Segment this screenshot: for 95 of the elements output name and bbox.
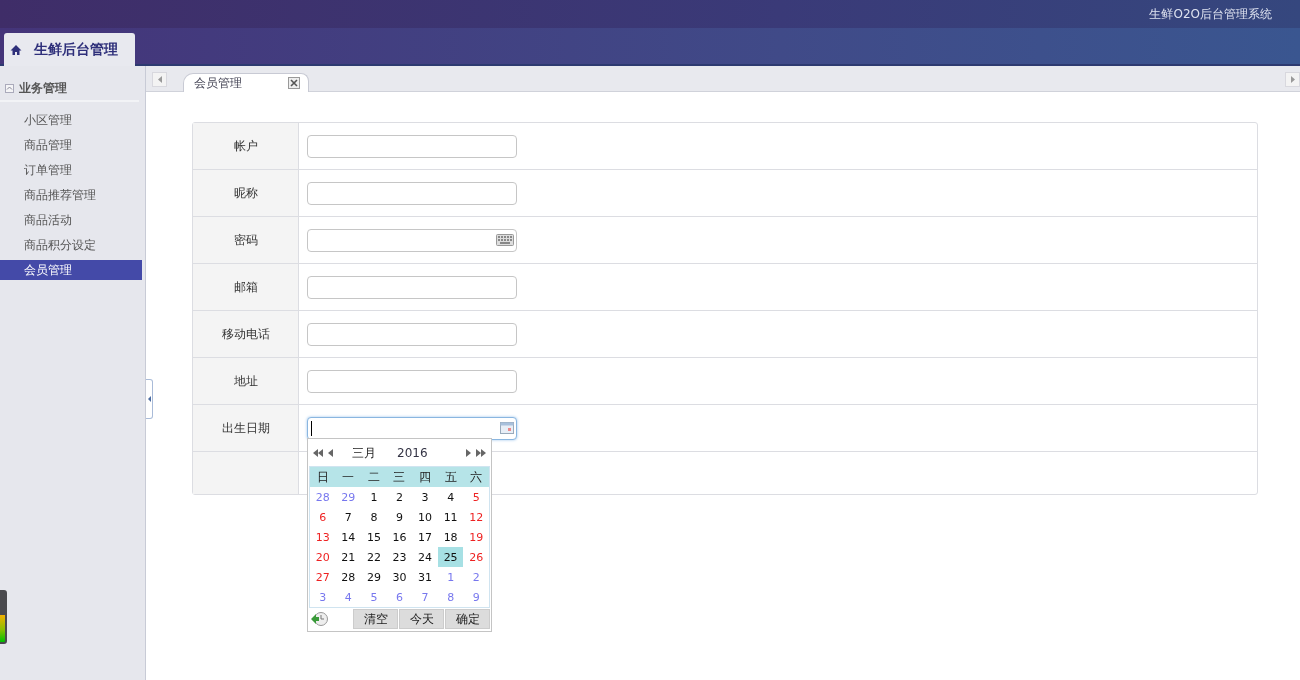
calendar-day[interactable]: 20 <box>310 547 336 567</box>
calendar-day[interactable]: 6 <box>310 507 336 527</box>
calendar-day[interactable]: 19 <box>463 527 489 547</box>
app-tab[interactable]: 生鲜后台管理 <box>4 33 135 66</box>
arrow-left-icon <box>157 76 162 83</box>
sidebar-item[interactable]: 商品推荐管理 <box>0 185 142 205</box>
input-field[interactable] <box>307 322 517 346</box>
scroll-left-button[interactable] <box>152 72 167 87</box>
weekday-header: 日 <box>310 467 336 487</box>
weekday-header: 三 <box>386 467 413 487</box>
calendar-day[interactable]: 29 <box>335 487 362 507</box>
calendar-button[interactable]: 确定 <box>445 609 490 629</box>
calendar-day[interactable]: 8 <box>361 507 387 527</box>
calendar-day[interactable]: 29 <box>361 567 387 587</box>
next-icon[interactable] <box>466 449 471 457</box>
calendar-day[interactable]: 2 <box>463 567 489 587</box>
keyboard-icon <box>496 234 514 246</box>
close-icon[interactable] <box>288 77 300 89</box>
sidebar-item[interactable]: 商品积分设定 <box>0 235 142 255</box>
calendar-day[interactable]: 25 <box>437 547 464 567</box>
calendar-day[interactable]: 9 <box>463 587 489 607</box>
field-label: 密码 <box>193 217 299 263</box>
calendar-day[interactable]: 28 <box>335 567 362 587</box>
calendar-day[interactable]: 1 <box>361 487 387 507</box>
calendar-button[interactable]: 清空 <box>353 609 398 629</box>
field-label: 昵称 <box>193 170 299 216</box>
prev-icon[interactable] <box>328 449 333 457</box>
calendar-day[interactable]: 9 <box>386 507 413 527</box>
calendar-day[interactable]: 8 <box>437 587 464 607</box>
calendar-day[interactable]: 26 <box>463 547 489 567</box>
sidebar-item[interactable]: 商品管理 <box>0 135 142 155</box>
first-page-icon[interactable] <box>313 449 323 457</box>
calendar-day[interactable]: 3 <box>412 487 438 507</box>
input-field[interactable] <box>307 275 517 299</box>
collapse-handle[interactable] <box>146 379 153 419</box>
calendar-day[interactable]: 22 <box>361 547 387 567</box>
calendar-day[interactable]: 3 <box>310 587 336 607</box>
sidebar-group-header[interactable]: 业务管理 <box>0 80 139 102</box>
weekday-header: 四 <box>412 467 438 487</box>
calendar-day[interactable]: 2 <box>386 487 413 507</box>
calendar-day[interactable]: 4 <box>335 587 362 607</box>
calendar-day[interactable]: 30 <box>386 567 413 587</box>
arrow-right-icon <box>1290 76 1295 83</box>
calendar-day[interactable]: 31 <box>412 567 438 587</box>
home-icon <box>10 43 22 56</box>
calendar-day[interactable]: 10 <box>412 507 438 527</box>
weekday-header: 一 <box>335 467 362 487</box>
calendar-day[interactable]: 11 <box>437 507 464 527</box>
calendar-day[interactable]: 7 <box>412 587 438 607</box>
weekday-header: 五 <box>437 467 464 487</box>
calendar-day[interactable]: 4 <box>437 487 464 507</box>
month-label[interactable]: 三月 <box>352 444 376 462</box>
scroll-right-button[interactable] <box>1285 72 1300 87</box>
calendar-day[interactable]: 5 <box>463 487 489 507</box>
arrow-left-icon <box>147 396 151 402</box>
password-field[interactable] <box>307 228 517 252</box>
field-label: 邮箱 <box>193 264 299 310</box>
date-field[interactable] <box>307 416 517 440</box>
input-field[interactable] <box>307 134 517 158</box>
calendar-day[interactable]: 1 <box>437 567 464 587</box>
weekday-header: 六 <box>463 467 489 487</box>
collapse-icon <box>5 84 14 93</box>
clock-icon <box>311 611 329 627</box>
calendar-day[interactable]: 23 <box>386 547 413 567</box>
calendar-day[interactable]: 17 <box>412 527 438 547</box>
calendar-day[interactable]: 16 <box>386 527 413 547</box>
system-title: 生鲜O2O后台管理系统 <box>1149 5 1272 23</box>
sidebar-item[interactable]: 会员管理 <box>0 260 142 280</box>
calendar-day[interactable]: 15 <box>361 527 387 547</box>
input-field[interactable] <box>307 369 517 393</box>
tab[interactable]: 会员管理 <box>183 73 309 92</box>
calendar-day[interactable]: 14 <box>335 527 362 547</box>
calendar-icon <box>500 422 514 434</box>
calendar-day[interactable]: 13 <box>310 527 336 547</box>
year-label[interactable]: 2016 <box>397 446 428 460</box>
last-page-icon[interactable] <box>476 449 486 457</box>
calendar-day[interactable]: 12 <box>463 507 489 527</box>
calendar-button[interactable]: 今天 <box>399 609 444 629</box>
calendar-day[interactable]: 27 <box>310 567 336 587</box>
sidebar-item[interactable]: 商品活动 <box>0 210 142 230</box>
field-label: 地址 <box>193 358 299 404</box>
field-label: 移动电话 <box>193 311 299 357</box>
field-label: 出生日期 <box>193 405 299 451</box>
weekday-header: 二 <box>361 467 387 487</box>
calendar-day[interactable]: 21 <box>335 547 362 567</box>
sidebar-item[interactable]: 订单管理 <box>0 160 142 180</box>
field-label: 帐户 <box>193 123 299 169</box>
sidebar-item[interactable]: 小区管理 <box>0 110 142 130</box>
input-field[interactable] <box>307 181 517 205</box>
calendar-day[interactable]: 18 <box>437 527 464 547</box>
calendar-day[interactable]: 6 <box>386 587 413 607</box>
calendar-day[interactable]: 7 <box>335 507 362 527</box>
calendar-day[interactable]: 28 <box>310 487 336 507</box>
calendar-day[interactable]: 24 <box>412 547 438 567</box>
calendar-day[interactable]: 5 <box>361 587 387 607</box>
